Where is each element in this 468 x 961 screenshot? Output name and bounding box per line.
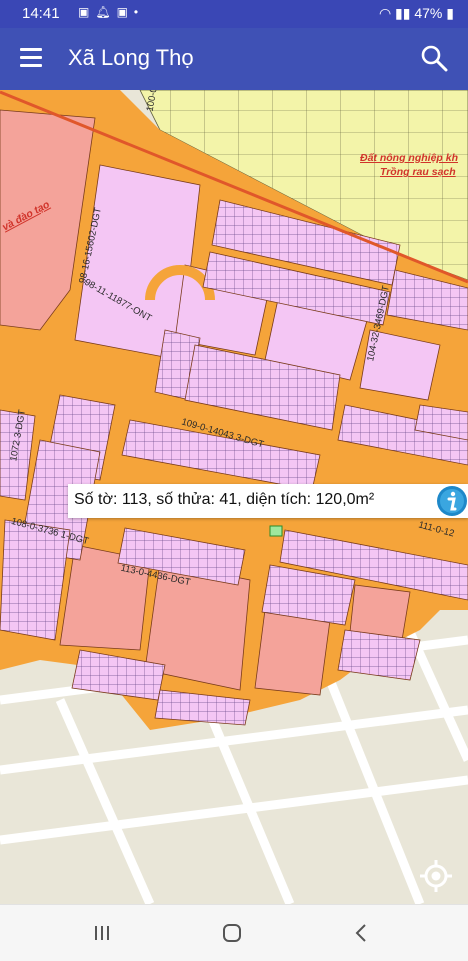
- app-bar: Xã Long Thọ: [0, 28, 468, 90]
- back-icon[interactable]: [348, 919, 376, 947]
- hamburger-menu-icon[interactable]: [20, 48, 44, 68]
- public-zone-south-3: [254, 609, 331, 696]
- recents-icon[interactable]: [88, 919, 116, 947]
- zalo-icon: ▣: [78, 5, 96, 19]
- selected-parcel: [269, 525, 283, 537]
- battery-icon: ▮: [446, 5, 454, 21]
- zone-label: Trồng rau sạch: [380, 166, 456, 178]
- status-time: 14:41: [22, 5, 60, 22]
- app-title: Xã Long Thọ: [68, 45, 194, 70]
- bell-icon: 🔔︎: [95, 5, 117, 19]
- my-location-icon[interactable]: [418, 858, 454, 894]
- status-bar: 14:41 ▣🔔︎▣• ◠ ▮▮ 47% ▮: [0, 0, 468, 28]
- battery-level: 47%: [414, 5, 443, 21]
- wifi-icon: ◠: [378, 5, 392, 21]
- notification-icons: ▣🔔︎▣•: [78, 5, 144, 19]
- zalo-icon: ▣: [116, 5, 134, 19]
- info-icon[interactable]: [436, 485, 468, 517]
- zone-label: Đất nông nghiệp kh: [360, 152, 458, 164]
- parcel-info-text: Số tờ: 113, số thửa: 41, diện tích: 120,…: [74, 491, 375, 508]
- parcel-info-popup[interactable]: Số tờ: 113, số thửa: 41, diện tích: 120,…: [68, 484, 468, 518]
- search-icon[interactable]: [420, 44, 448, 72]
- status-indicators: ◠ ▮▮ 47% ▮: [379, 5, 454, 22]
- home-icon[interactable]: [218, 919, 246, 947]
- dot-icon: •: [133, 5, 145, 19]
- system-nav-bar: [0, 904, 468, 961]
- signal-icon: ▮▮: [395, 5, 411, 21]
